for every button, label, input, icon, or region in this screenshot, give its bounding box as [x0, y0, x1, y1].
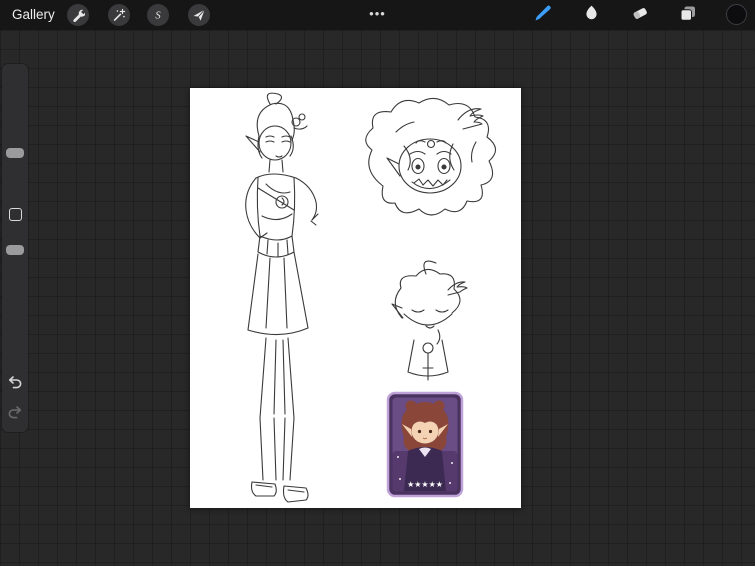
undo-button[interactable] [7, 374, 23, 390]
redo-arrow-icon [7, 406, 23, 424]
magic-wand-icon [112, 8, 126, 22]
gallery-button[interactable]: Gallery [12, 0, 55, 30]
smudge-tool-button[interactable] [579, 3, 603, 27]
eraser-icon [631, 4, 649, 27]
drawing-canvas[interactable]: ★★★★★ [190, 88, 521, 508]
paint-brush-icon [533, 3, 553, 28]
canvas-options-dots[interactable]: ••• [369, 0, 386, 30]
opacity-slider[interactable] [6, 245, 24, 255]
layers-icon [679, 4, 697, 27]
transform-arrow-icon [192, 8, 206, 22]
eraser-tool-button[interactable] [628, 3, 652, 27]
card-star-rating: ★★★★★ [407, 480, 443, 489]
selection-s-icon: S [151, 8, 165, 22]
redo-button[interactable] [7, 404, 23, 420]
brush-size-slider[interactable] [6, 148, 24, 158]
svg-text:S: S [155, 11, 161, 22]
character-card: ★★★★★ [386, 391, 464, 498]
wrench-icon [71, 8, 85, 22]
modify-button[interactable] [8, 208, 22, 221]
actions-button[interactable] [67, 4, 89, 26]
transform-button[interactable] [188, 4, 210, 26]
selection-button[interactable]: S [147, 4, 169, 26]
tool-sidebar [2, 64, 28, 432]
paint-tool-button[interactable] [531, 3, 555, 27]
layers-button[interactable] [676, 3, 700, 27]
adjustments-button[interactable] [108, 4, 130, 26]
chibi-sketch [391, 260, 468, 381]
full-body-sketch [245, 92, 319, 503]
smudge-icon [583, 4, 600, 26]
artwork-sketch: ★★★★★ [245, 92, 497, 503]
top-toolbar: Gallery S ••• [0, 0, 755, 30]
head-study-sketch [365, 97, 497, 216]
undo-arrow-icon [7, 376, 23, 394]
color-swatch[interactable] [726, 4, 747, 25]
